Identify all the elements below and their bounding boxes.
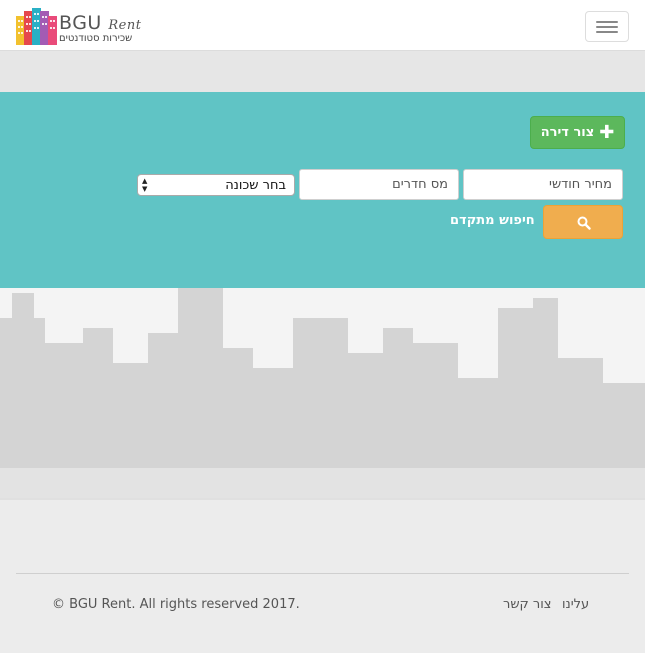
add-apartment-label: צור דירה	[540, 125, 595, 140]
copyright-text: © BGU Rent. All rights reserved 2017.	[52, 597, 300, 612]
monthly-price-input[interactable]: מחיר חודשי	[463, 169, 623, 200]
rooms-count-input[interactable]: מס חדרים	[299, 169, 459, 200]
navbar: BGU Rent שכירות סטודנטים	[0, 0, 645, 51]
brand-title: BGU Rent	[59, 12, 141, 34]
brand-title-main: BGU	[59, 12, 102, 34]
brand-subtitle: שכירות סטודנטים	[59, 33, 133, 44]
hamburger-icon	[596, 21, 618, 23]
brand-title-suffix: Rent	[108, 18, 142, 33]
select-arrows-icon: ▲ ▼	[142, 177, 148, 193]
neighborhood-select[interactable]: בחר שכונה ▲ ▼	[137, 174, 295, 196]
search-icon	[577, 216, 591, 230]
plus-icon: ✚	[599, 121, 615, 143]
add-apartment-button[interactable]: ✚ צור דירה	[530, 116, 625, 149]
brand-logo[interactable]: BGU Rent שכירות סטודנטים	[15, 8, 155, 46]
about-link[interactable]: עלינו	[562, 597, 589, 612]
footer-divider	[16, 573, 629, 574]
search-panel: ✚ צור דירה מחיר חודשי מס חדרים בחר שכונה…	[0, 92, 645, 288]
menu-toggle-button[interactable]	[585, 11, 629, 42]
header-spacer	[0, 51, 645, 92]
search-button[interactable]	[543, 205, 623, 239]
building-logo-icon	[16, 8, 57, 45]
advanced-search-link[interactable]: חיפוש מתקדם	[450, 213, 535, 228]
neighborhood-select-value: בחר שכונה	[225, 177, 286, 193]
contact-link[interactable]: צור קשר	[503, 597, 552, 612]
